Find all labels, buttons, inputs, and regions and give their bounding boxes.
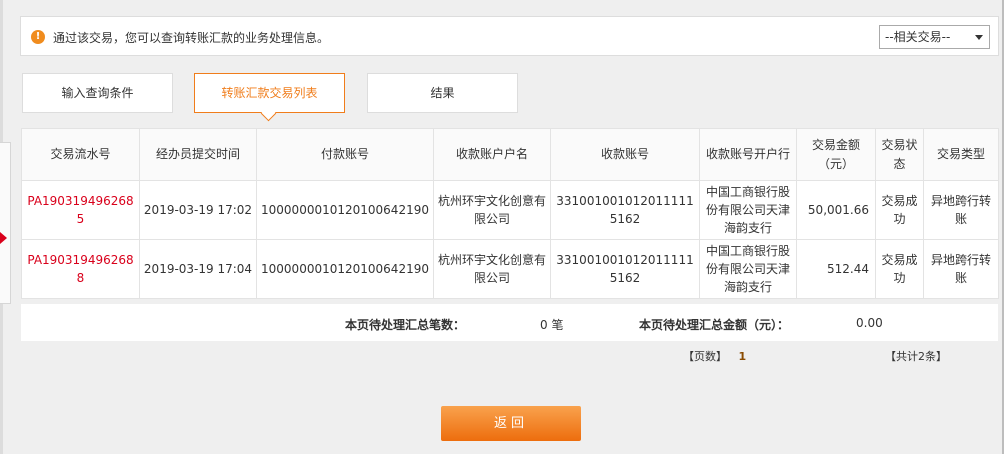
summary-bar: 本页待处理汇总笔数： 0 笔 本页待处理汇总金额（元）： 0.00 xyxy=(21,304,998,341)
payee-account-cell: 331001001012011111516​2 xyxy=(550,180,700,240)
column-header: 收款账号 xyxy=(550,128,700,181)
table-row[interactable]: PA1903194962688 2019-03-19 17:04 1000000… xyxy=(21,239,999,299)
column-header: 收款账号开户行 xyxy=(699,128,797,181)
amount-cell: 50,001.66 xyxy=(796,180,876,240)
status-cell: 交易成功 xyxy=(875,239,924,299)
serial-number-cell[interactable]: PA1903194962688 xyxy=(21,239,140,299)
related-transaction-select[interactable]: --相关交易-- xyxy=(879,25,990,49)
notice-bar: ! 通过该交易，您可以查询转账汇款的业务处理信息。 --相关交易-- xyxy=(20,16,999,56)
tab-result[interactable]: 结果 xyxy=(367,73,518,113)
type-cell: 异地跨行转账 xyxy=(923,180,999,240)
pending-amount-value: 0.00 xyxy=(856,316,883,330)
total-count: 【共计2条】 xyxy=(885,348,947,364)
column-header: 交易状态 xyxy=(875,128,924,181)
submit-time-cell: 2019-03-19 17:04 xyxy=(139,239,257,299)
page-number[interactable]: 1 xyxy=(739,350,747,363)
tab-label: 输入查询条件 xyxy=(61,86,134,100)
payer-account-cell: 100000001012010064219​0 xyxy=(256,239,434,299)
pending-count-value: 0 笔 xyxy=(540,318,564,332)
related-transaction-select-value: --相关交易-- xyxy=(885,30,951,44)
total-count-label: 【共计2条】 xyxy=(885,350,947,363)
active-tab-pointer-icon xyxy=(260,105,277,122)
column-header: 经办员提交时间 xyxy=(139,128,257,181)
tab-label: 结果 xyxy=(430,86,455,100)
pager: 【页数】 1 xyxy=(683,348,746,364)
payee-bank-cell: 中国工商银行股份有限公司天津海韵支行 xyxy=(699,239,797,299)
payee-account-cell: 331001001012011111516​2 xyxy=(550,239,700,299)
column-header: 付款账号 xyxy=(256,128,434,181)
tab-transfer-list[interactable]: 转账汇款交易列表 xyxy=(194,73,345,122)
pending-amount-label: 本页待处理汇总金额（元）： xyxy=(639,318,790,332)
chevron-down-icon xyxy=(975,35,983,40)
tab-label: 转账汇款交易列表 xyxy=(221,86,318,100)
column-header: 交易金额（元） xyxy=(796,128,876,181)
payee-name-cell: 杭州环宇文化创意有限公司 xyxy=(433,239,551,299)
pending-count-label: 本页待处理汇总笔数： xyxy=(345,318,466,332)
info-icon: ! xyxy=(31,30,45,44)
collapse-arrow-icon[interactable] xyxy=(0,232,7,244)
side-panel-handle[interactable] xyxy=(0,142,11,304)
table-row[interactable]: PA1903194962685 2019-03-19 17:02 1000000… xyxy=(21,180,999,240)
back-button[interactable]: 返回 xyxy=(441,406,581,441)
pages-label: 【页数】 xyxy=(683,350,727,363)
serial-number-cell[interactable]: PA1903194962685 xyxy=(21,180,140,240)
notice-text: 通过该交易，您可以查询转账汇款的业务处理信息。 xyxy=(53,31,330,45)
status-cell: 交易成功 xyxy=(875,180,924,240)
type-cell: 异地跨行转账 xyxy=(923,239,999,299)
amount-cell: 512.44 xyxy=(796,239,876,299)
submit-time-cell: 2019-03-19 17:02 xyxy=(139,180,257,240)
payee-name-cell: 杭州环宇文化创意有限公司 xyxy=(433,180,551,240)
payee-bank-cell: 中国工商银行股份有限公司天津海韵支行 xyxy=(699,180,797,240)
table-header-row: 交易流水号 经办员提交时间 付款账号 收款账户户名 收款账号 收款账号开户行 交… xyxy=(21,128,999,181)
column-header: 交易类型 xyxy=(923,128,999,181)
payer-account-cell: 100000001012010064219​0 xyxy=(256,180,434,240)
tab-query-conditions[interactable]: 输入查询条件 xyxy=(22,73,173,113)
column-header: 收款账户户名 xyxy=(433,128,551,181)
column-header: 交易流水号 xyxy=(21,128,140,181)
transaction-table: 交易流水号 经办员提交时间 付款账号 收款账户户名 收款账号 收款账号开户行 交… xyxy=(21,128,999,299)
